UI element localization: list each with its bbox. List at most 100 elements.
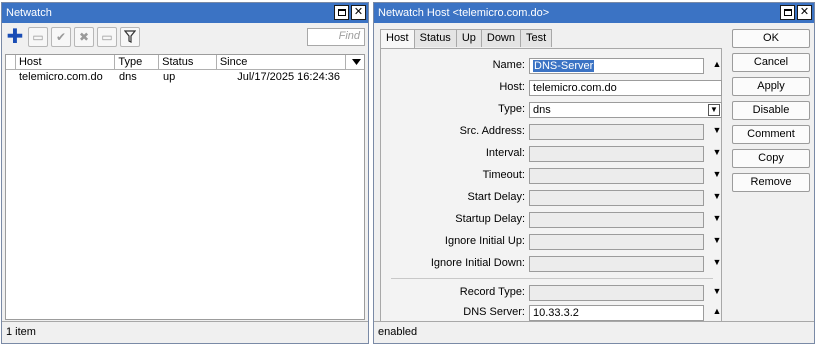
- type-row: Type: dns ▼: [381, 102, 722, 118]
- src-address-label: Src. Address:: [459, 125, 525, 137]
- netwatch-window: Netwatch ✕ ✚ ▭ ✔ ✖ ▭ Find Host Type Stat…: [1, 2, 369, 344]
- startup-delay-label: Startup Delay:: [455, 213, 525, 225]
- host-title: Netwatch Host <telemicro.com.do>: [378, 7, 550, 19]
- timeout-field[interactable]: [529, 168, 704, 184]
- type-label: Type:: [498, 103, 525, 115]
- interval-label: Interval:: [485, 147, 525, 159]
- tab-up[interactable]: Up: [455, 29, 482, 47]
- host-statusbar: enabled: [374, 321, 814, 343]
- host-label: Host:: [499, 81, 525, 93]
- startup-delay-row: Startup Delay: ▼: [381, 212, 721, 228]
- cancel-button[interactable]: Cancel: [732, 53, 810, 72]
- table-row[interactable]: telemicro.com.do dns up Jul/17/2025 16:2…: [6, 70, 364, 84]
- host-titlebar[interactable]: Netwatch Host <telemicro.com.do> ✕: [374, 3, 814, 23]
- item-count: 1 item: [6, 326, 36, 338]
- cell-type: dns: [119, 71, 137, 83]
- tab-host[interactable]: Host: [380, 29, 415, 48]
- expand-down-icon[interactable]: ▼: [711, 286, 723, 296]
- cell-host: telemicro.com.do: [19, 71, 103, 83]
- interval-row: Interval: ▼: [381, 146, 721, 162]
- check-icon[interactable]: ✔: [51, 26, 71, 47]
- timeout-row: Timeout: ▼: [381, 168, 721, 184]
- record-type-label: Record Type:: [459, 286, 525, 298]
- startup-delay-field[interactable]: [529, 212, 704, 228]
- host-row: Host: telemicro.com.do: [381, 80, 722, 96]
- comment-button[interactable]: Comment: [732, 125, 810, 144]
- collapse-up-icon[interactable]: ▲: [711, 306, 723, 316]
- netwatch-statusbar: 1 item: [2, 321, 368, 343]
- note-icon[interactable]: ▭: [97, 26, 117, 47]
- type-select[interactable]: dns ▼: [529, 102, 722, 118]
- action-buttons: OK Cancel Apply Disable Comment Copy Rem…: [732, 29, 810, 197]
- ignore-initial-up-field[interactable]: [529, 234, 704, 250]
- close-icon[interactable]: ✕: [797, 5, 812, 20]
- expand-down-icon[interactable]: ▼: [711, 147, 723, 157]
- start-delay-field[interactable]: [529, 190, 704, 206]
- interval-field[interactable]: [529, 146, 704, 162]
- name-row: Name: DNS-Server ▲: [381, 58, 721, 74]
- find-input[interactable]: Find: [307, 28, 365, 46]
- record-type-row: Record Type: ▼: [381, 285, 721, 301]
- timeout-label: Timeout:: [482, 169, 525, 181]
- name-label: Name:: [492, 59, 525, 71]
- dns-server-label: DNS Server:: [463, 306, 525, 318]
- type-value: dns: [533, 104, 551, 116]
- ignore-initial-down-label: Ignore Initial Down:: [430, 257, 525, 269]
- expand-down-icon[interactable]: ▼: [711, 191, 723, 201]
- cell-since: Jul/17/2025 16:24:36: [237, 71, 340, 83]
- expand-down-icon[interactable]: ▼: [711, 235, 723, 245]
- start-delay-row: Start Delay: ▼: [381, 190, 721, 206]
- netwatch-title: Netwatch: [6, 7, 52, 19]
- remove-button[interactable]: Remove: [732, 173, 810, 192]
- ignore-initial-up-row: Ignore Initial Up: ▼: [381, 234, 721, 250]
- netwatch-toolbar: ✚ ▭ ✔ ✖ ▭ Find: [2, 23, 368, 50]
- filter-icon[interactable]: [120, 26, 140, 47]
- host-form: Name: DNS-Server ▲ Host: telemicro.com.d…: [380, 48, 722, 322]
- src-address-row: Src. Address: ▼: [381, 124, 721, 140]
- ignore-initial-down-row: Ignore Initial Down: ▼: [381, 256, 721, 272]
- copy-button[interactable]: Copy: [732, 149, 810, 168]
- collapse-up-icon[interactable]: ▲: [711, 59, 723, 69]
- row-marker: [6, 70, 16, 84]
- netwatch-titlebar[interactable]: Netwatch ✕: [2, 3, 368, 23]
- apply-button[interactable]: Apply: [732, 77, 810, 96]
- close-icon[interactable]: ✕: [351, 5, 366, 20]
- column-since[interactable]: Since: [217, 55, 347, 69]
- expand-down-icon[interactable]: ▼: [711, 213, 723, 223]
- dropdown-icon[interactable]: ▼: [708, 104, 720, 116]
- cross-icon[interactable]: ✖: [74, 26, 94, 47]
- column-host[interactable]: Host: [16, 55, 116, 69]
- src-address-field[interactable]: [529, 124, 704, 140]
- netwatch-host-window: Netwatch Host <telemicro.com.do> ✕ Host …: [373, 2, 815, 344]
- ignore-initial-up-label: Ignore Initial Up:: [444, 235, 525, 247]
- ok-button[interactable]: OK: [732, 29, 810, 48]
- column-menu-icon[interactable]: [346, 55, 364, 69]
- record-type-field[interactable]: [529, 285, 704, 301]
- restore-icon[interactable]: [334, 5, 349, 20]
- host-field[interactable]: telemicro.com.do: [529, 80, 722, 96]
- restore-icon[interactable]: [780, 5, 795, 20]
- name-value: DNS-Server: [533, 60, 595, 72]
- name-field[interactable]: DNS-Server: [529, 58, 704, 74]
- table-header: Host Type Status Since: [6, 55, 364, 70]
- ignore-initial-down-field[interactable]: [529, 256, 704, 272]
- plus-icon[interactable]: ✚: [5, 26, 25, 48]
- column-type[interactable]: Type: [115, 55, 160, 69]
- expand-down-icon[interactable]: ▼: [711, 169, 723, 179]
- enabled-status: enabled: [378, 326, 418, 338]
- netwatch-table: Host Type Status Since telemicro.com.do …: [5, 54, 365, 320]
- tab-down[interactable]: Down: [480, 29, 521, 47]
- tab-test[interactable]: Test: [520, 29, 553, 47]
- dns-server-row: DNS Server: 10.33.3.2 ▲: [381, 305, 721, 321]
- form-divider: [391, 278, 713, 279]
- host-tabs: Host Status Up Down Test: [380, 29, 553, 48]
- expand-down-icon[interactable]: ▼: [711, 257, 723, 267]
- minus-icon[interactable]: ▭: [28, 26, 48, 47]
- tab-status[interactable]: Status: [413, 29, 457, 47]
- dns-server-field[interactable]: 10.33.3.2: [529, 305, 704, 321]
- column-status[interactable]: Status: [159, 55, 217, 69]
- start-delay-label: Start Delay:: [467, 191, 525, 203]
- expand-down-icon[interactable]: ▼: [711, 125, 723, 135]
- header-spacer: [6, 55, 16, 69]
- disable-button[interactable]: Disable: [732, 101, 810, 120]
